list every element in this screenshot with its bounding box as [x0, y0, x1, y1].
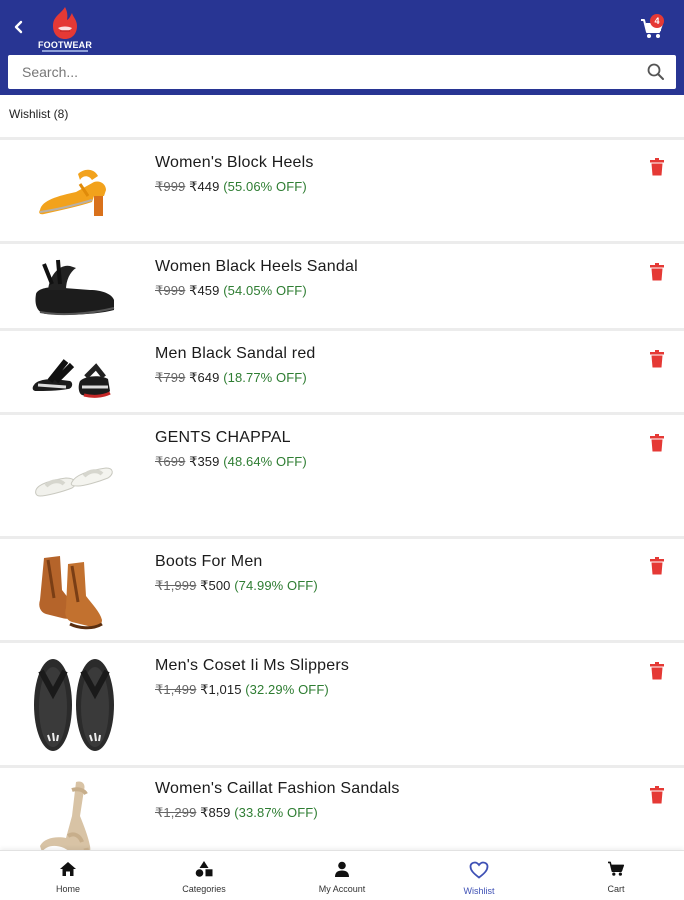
white-chappal-icon	[35, 467, 113, 497]
home-icon	[60, 862, 76, 876]
person-icon	[335, 861, 349, 877]
product-image[interactable]	[22, 445, 126, 509]
brown-boot-icon	[39, 556, 103, 630]
sale-price: ₹1,015	[200, 682, 242, 697]
sale-price: ₹359	[189, 454, 220, 469]
original-price: ₹1,999	[155, 578, 197, 593]
discount-label: (74.99% OFF)	[234, 578, 318, 593]
wishlist-item[interactable]: Women's Block Heels ₹999 ₹449 (55.06% OF…	[0, 140, 684, 244]
nav-wishlist[interactable]: Wishlist	[424, 857, 534, 900]
delete-icon[interactable]	[649, 434, 665, 452]
original-price: ₹699	[155, 454, 186, 469]
product-image[interactable]	[22, 549, 126, 633]
men-sandal-icon	[32, 359, 111, 398]
product-name[interactable]: Boots For Men	[155, 553, 263, 571]
black-wedge-sandal-icon	[35, 259, 115, 316]
original-price: ₹999	[155, 179, 186, 194]
flame-logo-icon	[53, 7, 77, 39]
delete-icon[interactable]	[649, 158, 665, 176]
product-image[interactable]	[22, 252, 126, 322]
cart-count-badge: 4	[650, 14, 664, 28]
product-price: ₹799 ₹649 (18.77% OFF)	[155, 370, 307, 386]
wishlist-item[interactable]: Men's Coset Ii Ms Slippers ₹1,499 ₹1,015…	[0, 643, 684, 768]
product-name[interactable]: Women's Caillat Fashion Sandals	[155, 780, 400, 798]
product-price: ₹699 ₹359 (48.64% OFF)	[155, 454, 307, 470]
sale-price: ₹449	[189, 179, 220, 194]
product-price: ₹999 ₹459 (54.05% OFF)	[155, 283, 307, 299]
product-name[interactable]: Men Black Sandal red	[155, 345, 316, 363]
wishlist-heading: Wishlist (8)	[9, 107, 69, 121]
discount-label: (18.77% OFF)	[223, 370, 307, 385]
original-price: ₹1,499	[155, 682, 197, 697]
search-icon[interactable]	[646, 62, 666, 82]
wishlist-item[interactable]: Women Black Heels Sandal ₹999 ₹459 (54.0…	[0, 244, 684, 331]
search-input[interactable]	[22, 56, 646, 88]
original-price: ₹799	[155, 370, 186, 385]
nav-cart[interactable]: Cart	[561, 857, 671, 900]
brand-name: FOOTWEAR	[37, 40, 93, 50]
delete-icon[interactable]	[649, 786, 665, 804]
categories-icon	[195, 861, 213, 877]
product-image[interactable]	[22, 651, 126, 755]
bottom-navigation: Home Categories My Account Wishlist Cart	[0, 850, 684, 900]
back-button[interactable]	[8, 16, 30, 38]
nav-categories-label: Categories	[182, 884, 226, 894]
delete-icon[interactable]	[649, 350, 665, 368]
discount-label: (55.06% OFF)	[223, 179, 307, 194]
discount-label: (54.05% OFF)	[223, 283, 307, 298]
nav-categories[interactable]: Categories	[149, 857, 259, 900]
wishlist-item[interactable]: Boots For Men ₹1,999 ₹500 (74.99% OFF)	[0, 539, 684, 643]
product-name[interactable]: Women Black Heels Sandal	[155, 258, 358, 276]
product-name[interactable]: GENTS CHAPPAL	[155, 429, 291, 447]
search-bar	[8, 55, 676, 89]
nav-cart-label: Cart	[607, 884, 625, 894]
app-bar: FOOTWEAR 4	[0, 0, 684, 95]
sale-price: ₹649	[189, 370, 220, 385]
nav-home-label: Home	[55, 884, 80, 894]
original-price: ₹999	[155, 283, 186, 298]
original-price: ₹1,299	[155, 805, 197, 820]
sale-price: ₹859	[200, 805, 231, 820]
brand-logo[interactable]: FOOTWEAR	[36, 4, 94, 52]
product-price: ₹1,999 ₹500 (74.99% OFF)	[155, 578, 318, 594]
discount-label: (48.64% OFF)	[223, 454, 307, 469]
product-price: ₹999 ₹449 (55.06% OFF)	[155, 179, 307, 195]
sale-price: ₹459	[189, 283, 220, 298]
delete-icon[interactable]	[649, 557, 665, 575]
nav-wishlist-label: Wishlist	[463, 886, 495, 896]
heart-icon	[469, 861, 489, 879]
cart-icon	[608, 861, 625, 876]
product-price: ₹1,499 ₹1,015 (32.29% OFF)	[155, 682, 329, 698]
product-name[interactable]: Women's Block Heels	[155, 154, 314, 172]
brand-underline	[42, 50, 88, 52]
chevron-left-icon	[14, 20, 23, 34]
nav-account[interactable]: My Account	[287, 857, 397, 900]
sale-price: ₹500	[200, 578, 231, 593]
block-heel-sandal-icon	[39, 169, 106, 216]
slipper-icon	[34, 659, 114, 751]
product-image[interactable]	[22, 776, 126, 854]
product-image[interactable]	[22, 339, 126, 407]
nav-account-label: My Account	[318, 884, 366, 894]
product-price: ₹1,299 ₹859 (33.87% OFF)	[155, 805, 318, 821]
delete-icon[interactable]	[649, 662, 665, 680]
discount-label: (33.87% OFF)	[234, 805, 318, 820]
discount-label: (32.29% OFF)	[245, 682, 329, 697]
product-name[interactable]: Men's Coset Ii Ms Slippers	[155, 657, 349, 675]
ankle-strap-heel-icon	[40, 781, 91, 854]
product-image[interactable]	[22, 154, 126, 230]
delete-icon[interactable]	[649, 263, 665, 281]
nav-home[interactable]: Home	[13, 857, 123, 900]
wishlist-item[interactable]: GENTS CHAPPAL ₹699 ₹359 (48.64% OFF)	[0, 415, 684, 539]
wishlist-item[interactable]: Men Black Sandal red ₹799 ₹649 (18.77% O…	[0, 331, 684, 415]
